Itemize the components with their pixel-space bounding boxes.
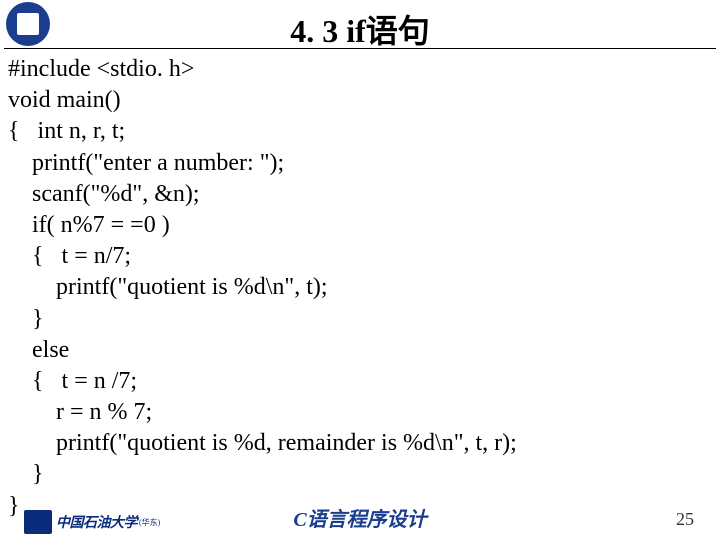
footer: 中国石油大学 (华东) C语言程序设计 25 — [0, 504, 720, 540]
divider — [4, 48, 716, 49]
footer-center-title: C语言程序设计 — [0, 503, 720, 532]
page-number: 25 — [676, 509, 694, 530]
slide-title: 4. 3 if语句 — [0, 6, 720, 52]
slide: 4. 3 if语句 #include <stdio. h> void main(… — [0, 0, 720, 540]
code-block: #include <stdio. h> void main() { int n,… — [8, 54, 712, 522]
